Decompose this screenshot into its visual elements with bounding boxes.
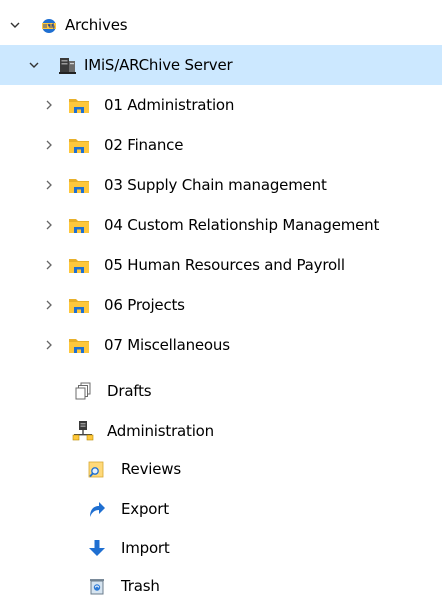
chevron-down-icon[interactable] [8,18,22,32]
tree-view: { "tree": { "root": { "label": "Archives… [0,0,442,597]
folder-icon [68,214,90,236]
chevron-right-icon[interactable] [42,98,56,112]
tree-node-label: Reviews [121,460,181,478]
chevron-right-icon[interactable] [42,178,56,192]
export-icon [86,498,108,520]
tree-node-folder[interactable]: 04 Custom Relationship Management [0,205,442,245]
tree-node-folder[interactable]: 05 Human Resources and Payroll [0,245,442,285]
tree-node-label: 01 Administration [104,96,235,114]
tree-node-label: 07 Miscellaneous [104,336,230,354]
folder-icon [68,94,90,116]
tree-node-label: Import [121,539,170,557]
tree-node-label: 02 Finance [104,136,184,154]
import-icon [86,537,108,559]
tree-node-administration[interactable]: Administration [0,411,442,451]
tree-node-label: 03 Supply Chain management [104,176,327,194]
imis-archive-icon [38,14,60,36]
trash-icon [86,575,108,597]
tree-node-label: 05 Human Resources and Payroll [104,256,345,274]
tree-node-label: Trash [121,577,160,595]
reviews-icon [86,458,108,480]
tree-node-server[interactable]: IMiS/ARChive Server [0,45,442,85]
chevron-right-icon[interactable] [42,338,56,352]
tree-node-trash[interactable]: Trash [0,566,442,606]
chevron-right-icon[interactable] [42,138,56,152]
folder-icon [68,134,90,156]
server-icon [57,54,79,76]
folder-icon [68,334,90,356]
tree-node-label: Archives [65,16,128,34]
folder-icon [68,174,90,196]
tree-node-label: 06 Projects [104,296,185,314]
tree-node-label: 04 Custom Relationship Management [104,216,380,234]
drafts-icon [72,380,94,402]
tree-node-folder[interactable]: 01 Administration [0,85,442,125]
chevron-right-icon[interactable] [42,258,56,272]
tree-node-label: Administration [107,422,214,440]
administration-icon [72,420,94,442]
tree-node-label: Drafts [107,382,152,400]
tree-node-label: IMiS/ARChive Server [84,56,233,74]
folder-icon [68,294,90,316]
tree-node-folder[interactable]: 07 Miscellaneous [0,325,442,365]
tree-node-drafts[interactable]: Drafts [0,371,442,411]
tree-node-folder[interactable]: 03 Supply Chain management [0,165,442,205]
tree-node-archives[interactable]: Archives [0,5,442,45]
chevron-right-icon[interactable] [42,298,56,312]
tree-node-export[interactable]: Export [0,489,442,529]
tree-node-folder[interactable]: 06 Projects [0,285,442,325]
tree-node-folder[interactable]: 02 Finance [0,125,442,165]
folder-icon [68,254,90,276]
chevron-right-icon[interactable] [42,218,56,232]
chevron-down-icon[interactable] [27,58,41,72]
tree-node-reviews[interactable]: Reviews [0,449,442,489]
tree-node-label: Export [121,500,169,518]
tree-node-import[interactable]: Import [0,528,442,568]
